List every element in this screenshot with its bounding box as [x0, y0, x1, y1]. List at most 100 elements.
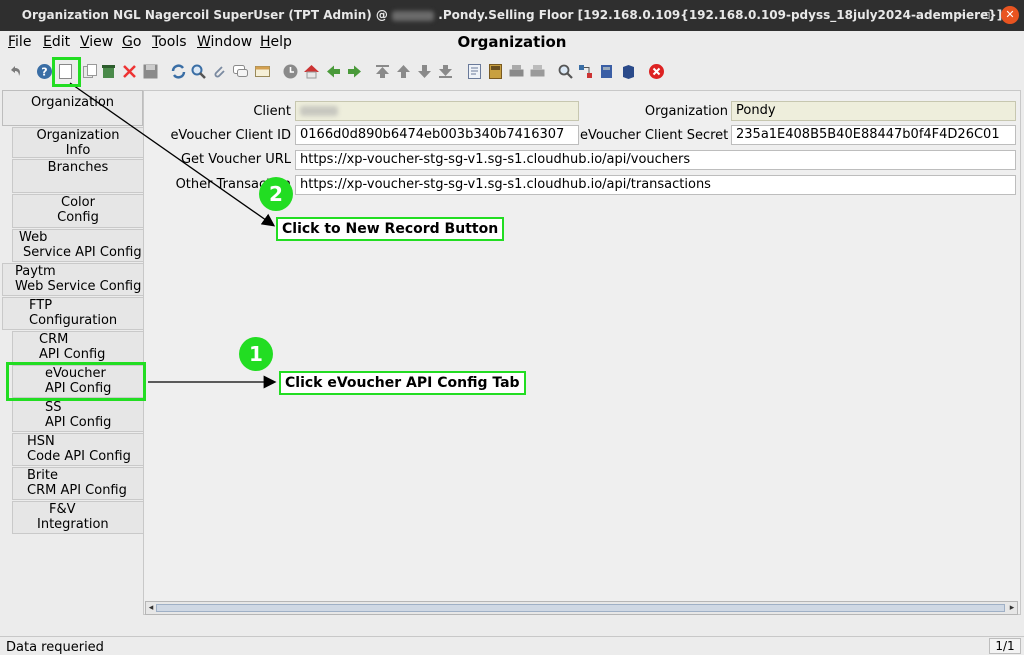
- tab-crm-api-config[interactable]: CRM API Config: [12, 331, 143, 364]
- evoucher-client-secret-label: eVoucher Client Secret: [580, 128, 729, 143]
- tab-label: HSN: [27, 434, 55, 449]
- tab-label: SS: [45, 400, 62, 415]
- window-title: Organization NGL Nagercoil SuperUser (TP…: [0, 8, 1024, 22]
- scroll-left-icon[interactable]: ◂: [146, 602, 156, 614]
- tab-ss-api-config[interactable]: SS API Config: [12, 399, 143, 432]
- client-field[interactable]: [295, 101, 579, 121]
- menu-tools[interactable]: Tools: [152, 34, 187, 50]
- menu-view[interactable]: View: [80, 34, 113, 50]
- step-1-callout: Click eVoucher API Config Tab: [279, 371, 526, 395]
- scroll-right-icon[interactable]: ▸: [1007, 602, 1017, 614]
- chat-icon[interactable]: [232, 63, 249, 80]
- redacted-text: [300, 105, 338, 116]
- tab-web-service-api-config[interactable]: Web Service API Config: [12, 229, 143, 262]
- tab-label: F&V: [49, 502, 76, 517]
- tab-organization[interactable]: Organization: [2, 90, 143, 126]
- print-icon[interactable]: [508, 63, 525, 80]
- tab-label: CRM: [39, 332, 69, 347]
- menu-file[interactable]: File: [8, 34, 31, 50]
- window-title-suffix: .Pondy.Selling Floor [192.168.0.109{192.…: [438, 8, 1003, 22]
- attachment-icon[interactable]: [211, 63, 228, 80]
- organization-label: Organization: [644, 104, 728, 119]
- tab-color-config[interactable]: Color Config: [12, 194, 143, 228]
- get-voucher-url-label: Get Voucher URL: [180, 152, 291, 167]
- tab-hsn-code-api-config[interactable]: HSN Code API Config: [12, 433, 143, 466]
- evoucher-client-id-field[interactable]: 0166d0d890b6474eb003b340b7416307: [295, 125, 579, 145]
- tab-label: Organization: [36, 128, 120, 143]
- close-window-button[interactable]: ✕: [1001, 6, 1019, 24]
- menu-edit[interactable]: Edit: [43, 34, 70, 50]
- tab-paytm-web-service-config[interactable]: Paytm Web Service Config: [2, 263, 143, 296]
- evoucher-client-secret-field[interactable]: 235a1E408B5B40E88447b0f4F4D26C01: [731, 125, 1016, 145]
- get-voucher-url-field[interactable]: https://xp-voucher-stg-sg-v1.sg-s1.cloud…: [295, 150, 1016, 170]
- maximize-button[interactable]: ▫: [977, 6, 995, 24]
- tab-branches[interactable]: Branches: [12, 159, 143, 193]
- tab-label: Web Service Config: [15, 279, 142, 294]
- print-preview-icon[interactable]: [529, 63, 546, 80]
- tab-label: Color: [61, 195, 95, 210]
- tab-label: Branches: [47, 160, 109, 175]
- requests-icon[interactable]: [598, 63, 615, 80]
- help-icon[interactable]: ?: [36, 63, 53, 80]
- tab-label: API Config: [45, 415, 112, 430]
- exit-icon[interactable]: [648, 63, 665, 80]
- find-icon[interactable]: [190, 63, 207, 80]
- tab-label: Config: [57, 210, 99, 225]
- svg-text:?: ?: [41, 66, 47, 79]
- tab-label: API Config: [39, 347, 106, 362]
- tab-label: Paytm: [15, 264, 56, 279]
- other-transaction-url-field[interactable]: https://xp-voucher-stg-sg-v1.sg-s1.cloud…: [295, 175, 1016, 195]
- tab-fv-integration[interactable]: F&V Integration: [12, 501, 143, 534]
- tab-label: CRM API Config: [27, 483, 127, 498]
- tab-label: Integration: [37, 517, 109, 532]
- zoom-across-icon[interactable]: [557, 63, 574, 80]
- tab-label: Service API Config: [23, 245, 142, 260]
- tab-label: Web: [19, 230, 48, 245]
- menu-bar: File Edit View Go Tools Window Help Orga…: [0, 31, 1024, 53]
- scrollbar-thumb[interactable]: [156, 604, 1005, 612]
- save-icon[interactable]: [142, 63, 159, 80]
- toolbar: ?: [0, 56, 1024, 88]
- tab-label: Info: [65, 143, 91, 158]
- minimize-button[interactable]: –: [952, 6, 970, 24]
- refresh-icon[interactable]: [170, 63, 187, 80]
- menu-help[interactable]: Help: [260, 34, 292, 50]
- tab-label: Configuration: [29, 313, 118, 328]
- new-record-highlight: [52, 57, 81, 87]
- client-label: Client: [253, 104, 291, 119]
- step-1-badge: 1: [239, 337, 273, 371]
- product-info-icon[interactable]: [620, 63, 637, 80]
- status-bar: Data requeried 1/1: [0, 636, 1024, 655]
- tab-label: Brite: [27, 468, 58, 483]
- menu-window[interactable]: Window: [197, 34, 252, 50]
- delete-selection-icon[interactable]: [121, 63, 138, 80]
- next-record-icon[interactable]: [416, 63, 433, 80]
- delete-icon[interactable]: [100, 63, 117, 80]
- redacted-text: [392, 10, 435, 21]
- menu-go[interactable]: Go: [122, 34, 141, 50]
- previous-record-icon[interactable]: [395, 63, 412, 80]
- active-workflows-icon[interactable]: [577, 63, 594, 80]
- home-icon[interactable]: [303, 63, 320, 80]
- organization-field[interactable]: Pondy: [731, 101, 1016, 121]
- forward-icon[interactable]: [346, 63, 363, 80]
- horizontal-scrollbar[interactable]: ◂ ▸: [145, 601, 1018, 615]
- tab-ftp-configuration[interactable]: FTP Configuration: [2, 297, 143, 330]
- back-icon[interactable]: [325, 63, 342, 80]
- step-2-callout: Click to New Record Button: [276, 217, 505, 241]
- window-title-prefix: Organization NGL Nagercoil SuperUser (TP…: [21, 8, 388, 22]
- archive-icon[interactable]: [487, 63, 504, 80]
- tab-label: Code API Config: [27, 449, 131, 464]
- history-icon[interactable]: [282, 63, 299, 80]
- report-icon[interactable]: [466, 63, 483, 80]
- tab-brite-crm-api-config[interactable]: Brite CRM API Config: [12, 467, 143, 500]
- undo-icon[interactable]: [7, 63, 24, 80]
- first-record-icon[interactable]: [374, 63, 391, 80]
- evoucher-tab-highlight: [6, 362, 146, 401]
- status-message: Data requeried: [6, 640, 104, 655]
- last-record-icon[interactable]: [437, 63, 454, 80]
- copy-record-icon[interactable]: [82, 63, 99, 80]
- multi-view-icon[interactable]: [254, 63, 271, 80]
- tab-organization-info[interactable]: Organization Info: [12, 127, 143, 158]
- record-count[interactable]: 1/1: [989, 638, 1021, 654]
